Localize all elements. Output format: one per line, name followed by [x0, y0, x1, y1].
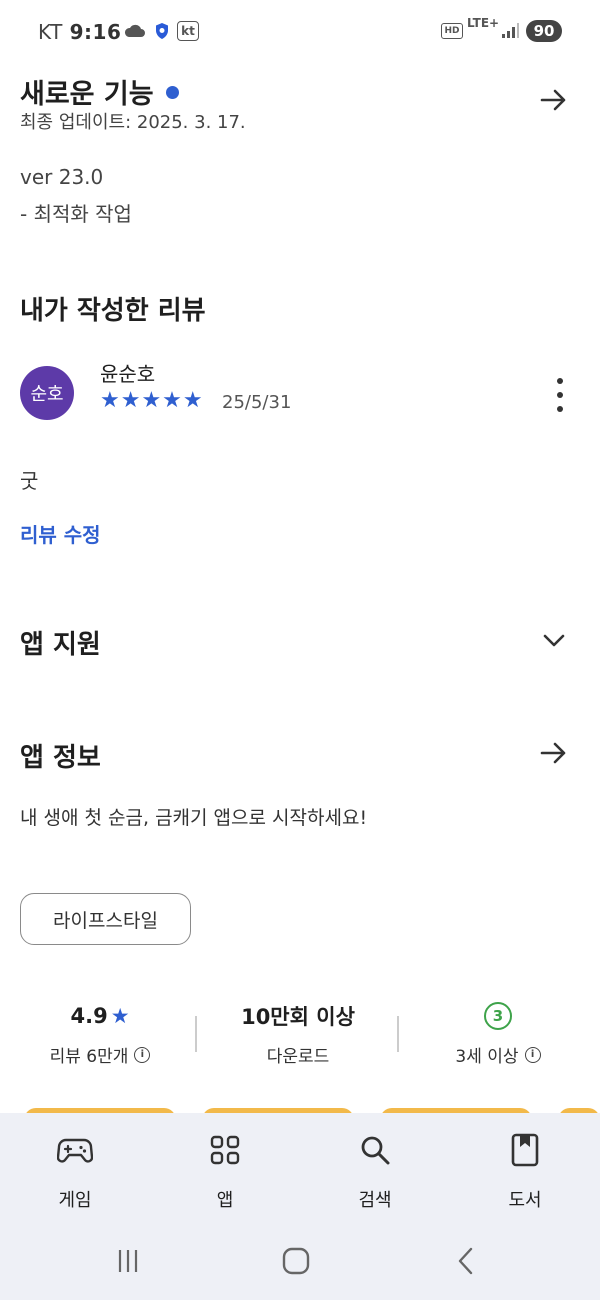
category-chip[interactable]: 라이프스타일 — [20, 893, 191, 945]
nav-label: 도서 — [508, 1190, 542, 1211]
shield-icon — [152, 21, 172, 41]
last-updated: 최종 업데이트: 2025. 3. 17. — [20, 112, 246, 133]
age-badge-row: 3 — [398, 1000, 598, 1032]
chevron-down-icon[interactable] — [538, 624, 570, 656]
battery-level: 90 — [526, 20, 562, 42]
info-icon[interactable]: i — [524, 1046, 541, 1063]
update-note: - 최적화 작업 — [20, 202, 132, 226]
rating-value-row: 4.9 ★ — [0, 1000, 200, 1032]
book-icon — [470, 1128, 580, 1172]
home-icon[interactable] — [278, 1244, 314, 1278]
nav-item-search[interactable]: 검색 — [320, 1128, 430, 1212]
whats-new-arrow-icon[interactable] — [538, 84, 570, 116]
stat-divider — [195, 1016, 197, 1052]
nav-item-books[interactable]: 도서 — [470, 1128, 580, 1212]
downloads-value: 10만회 이상 — [241, 1005, 355, 1029]
whats-new-title-text: 새로운 기능 — [20, 79, 154, 110]
info-icon[interactable]: i — [134, 1046, 151, 1063]
nav-label: 게임 — [58, 1190, 92, 1211]
new-indicator-dot — [165, 86, 179, 99]
reviews-count-row: 리뷰 6만개 i — [0, 1042, 200, 1067]
hd-voice-icon: HD — [441, 23, 463, 39]
reviews-count: 리뷰 6만개 — [49, 1047, 129, 1067]
status-bar: KT 9:16 kt HD LTE+ 90 — [0, 0, 600, 62]
clock: 9:16 — [69, 20, 122, 44]
back-icon[interactable] — [448, 1244, 484, 1278]
age-rating-stat[interactable]: 3 3세 이상 i — [398, 1000, 598, 1067]
rating-stat[interactable]: 4.9 ★ 리뷰 6만개 i — [0, 1000, 200, 1067]
nav-item-games[interactable]: 게임 — [20, 1128, 130, 1212]
app-info-title[interactable]: 앱 정보 — [20, 737, 101, 774]
downloads-stat: 10만회 이상 다운로드 — [198, 1000, 398, 1067]
version-text: ver 23.0 — [20, 165, 104, 189]
recent-apps-icon[interactable] — [110, 1244, 146, 1278]
review-date: 25/5/31 — [222, 392, 292, 413]
edit-review-link[interactable]: 리뷰 수정 — [20, 519, 101, 548]
rating-value: 4.9 — [70, 1004, 108, 1028]
app-info-arrow-icon[interactable] — [538, 737, 570, 769]
avatar: 순호 — [20, 366, 74, 420]
downloads-label: 다운로드 — [266, 1047, 330, 1067]
app-support-title[interactable]: 앱 지원 — [20, 624, 101, 661]
search-icon — [320, 1128, 430, 1172]
review-text: 굿 — [20, 469, 39, 493]
review-stars: ★★★★★ — [100, 388, 204, 413]
reviewer-name: 윤순호 — [100, 362, 156, 386]
whats-new-title[interactable]: 새로운 기능 — [20, 72, 179, 111]
rating-star-icon: ★ — [110, 1004, 130, 1028]
age-label-row: 3세 이상 i — [398, 1042, 598, 1067]
cloud-icon — [123, 21, 147, 41]
status-carrier-time: KT 9:16 — [38, 20, 121, 44]
nav-label: 검색 — [358, 1190, 392, 1211]
age-label: 3세 이상 — [455, 1047, 519, 1067]
my-review-title: 내가 작성한 리뷰 — [20, 296, 206, 326]
signal-icon — [500, 21, 520, 41]
nav-label: 앱 — [216, 1190, 234, 1211]
gamepad-icon — [20, 1128, 130, 1172]
carrier: KT — [38, 20, 63, 44]
nav-item-apps[interactable]: 앱 — [170, 1128, 280, 1212]
network-type: LTE+ — [467, 16, 500, 30]
app-description: 내 생애 첫 순금, 금캐기 앱으로 시작하세요! — [20, 807, 368, 829]
more-options-icon[interactable] — [550, 378, 570, 412]
age-rating-badge: 3 — [484, 1002, 512, 1030]
apps-grid-icon — [170, 1128, 280, 1172]
kt-app-icon: kt — [177, 21, 199, 41]
